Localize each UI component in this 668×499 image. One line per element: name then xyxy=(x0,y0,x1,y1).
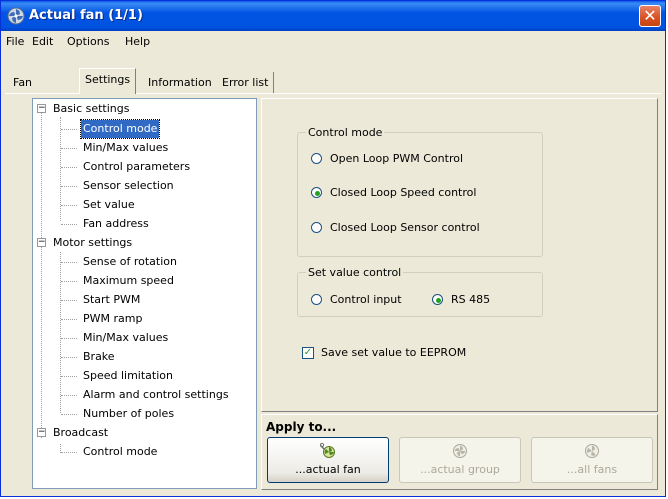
radio-selected-dot xyxy=(315,191,320,196)
tab-error-list[interactable]: Error list xyxy=(217,72,275,93)
radio-label: Closed Loop Sensor control xyxy=(330,221,480,234)
menu-edit[interactable]: Edit xyxy=(32,35,53,48)
tree-item-label: Control mode xyxy=(79,119,161,139)
tree-connector xyxy=(60,252,61,413)
window-title: Actual fan (1/1) xyxy=(29,8,143,23)
tree-item-label: Start PWM xyxy=(83,293,141,306)
settings-tree[interactable]: − Basic settings Control mode Min/Max va… xyxy=(32,98,257,489)
set-value-control-group: Set value control Control input RS 485 xyxy=(297,266,543,317)
tree-item-label: Alarm and control settings xyxy=(83,388,229,401)
tree-group-label: Basic settings xyxy=(53,102,130,115)
radio-label: Open Loop PWM Control xyxy=(330,152,464,165)
tree-connector xyxy=(41,113,42,438)
group-title: Control mode xyxy=(306,126,385,139)
fan-group-icon xyxy=(453,444,467,458)
radio-selected-dot xyxy=(436,298,441,303)
radio-button[interactable] xyxy=(311,153,322,164)
collapse-icon[interactable]: − xyxy=(37,104,46,113)
tab-fan[interactable]: Fan xyxy=(8,72,38,93)
tree-item-label: Min/Max values xyxy=(83,141,169,154)
menu-help[interactable]: Help xyxy=(125,35,150,48)
settings-panel: Control mode Open Loop PWM Control Close… xyxy=(261,98,658,412)
tree-group-basic-settings[interactable]: − Basic settings xyxy=(33,100,256,118)
all-fans-icon xyxy=(585,444,599,458)
control-mode-group: Control mode Open Loop PWM Control Close… xyxy=(297,126,543,257)
tree-item-label: Maximum speed xyxy=(83,274,174,287)
radio-button[interactable] xyxy=(311,222,322,233)
tree-item-label: Sense of rotation xyxy=(83,255,177,268)
menu-options[interactable]: Options xyxy=(67,35,109,48)
fan-wrench-icon xyxy=(320,443,335,458)
tree-group-broadcast[interactable]: − Broadcast xyxy=(33,424,256,442)
apply-panel: Apply to... ...actual fan ...actual grou… xyxy=(261,414,658,490)
tree-item-label: Control parameters xyxy=(83,160,191,173)
tree-item-label: Brake xyxy=(83,350,115,363)
tree-group-label: Broadcast xyxy=(53,426,109,439)
app-window: Actual fan (1/1) ✕ File Edit Options Hel… xyxy=(0,0,666,497)
checkbox-label: Save set value to EEPROM xyxy=(321,346,467,359)
tree-item-label: Sensor selection xyxy=(83,179,174,192)
close-button[interactable]: ✕ xyxy=(639,5,661,27)
tree-group-motor-settings[interactable]: − Motor settings xyxy=(33,234,256,252)
radio-button[interactable] xyxy=(311,187,322,198)
group-title: Set value control xyxy=(306,266,404,279)
tree-item-label: Control mode xyxy=(83,445,158,458)
tree-item-label: Speed limitation xyxy=(83,369,173,382)
title-bar[interactable]: Actual fan (1/1) ✕ xyxy=(1,1,665,31)
tree-item-label: Set value xyxy=(83,198,135,211)
tab-settings[interactable]: Settings xyxy=(79,68,137,94)
tree-item-label: Fan address xyxy=(83,217,149,230)
radio-button[interactable] xyxy=(311,294,322,305)
tree-item-label: PWM ramp xyxy=(83,312,143,325)
button-label: ...actual group xyxy=(420,463,500,476)
apply-actual-group-button[interactable]: ...actual group xyxy=(399,437,521,483)
collapse-icon[interactable]: − xyxy=(37,428,46,437)
apply-title: Apply to... xyxy=(266,420,337,434)
apply-actual-fan-button[interactable]: ...actual fan xyxy=(267,437,389,483)
radio-button[interactable] xyxy=(432,294,443,305)
radio-label: RS 485 xyxy=(451,293,491,306)
button-label: ...actual fan xyxy=(295,463,361,476)
fan-app-icon xyxy=(7,7,25,25)
collapse-icon[interactable]: − xyxy=(37,238,46,247)
menu-file[interactable]: File xyxy=(6,35,24,48)
menu-bar: File Edit Options Help xyxy=(1,31,665,51)
tree-item-label: Number of poles xyxy=(83,407,175,420)
apply-all-fans-button[interactable]: ...all fans xyxy=(531,437,653,483)
radio-label: Control input xyxy=(330,293,402,306)
close-icon: ✕ xyxy=(643,6,657,25)
radio-label: Closed Loop Speed control xyxy=(330,186,477,199)
tab-information[interactable]: Information xyxy=(143,72,218,93)
tree-group-label: Motor settings xyxy=(53,236,133,249)
tree-item-label: Min/Max values xyxy=(83,331,169,344)
button-label: ...all fans xyxy=(566,463,618,476)
save-eeprom-checkbox[interactable]: ✓ xyxy=(302,347,314,359)
